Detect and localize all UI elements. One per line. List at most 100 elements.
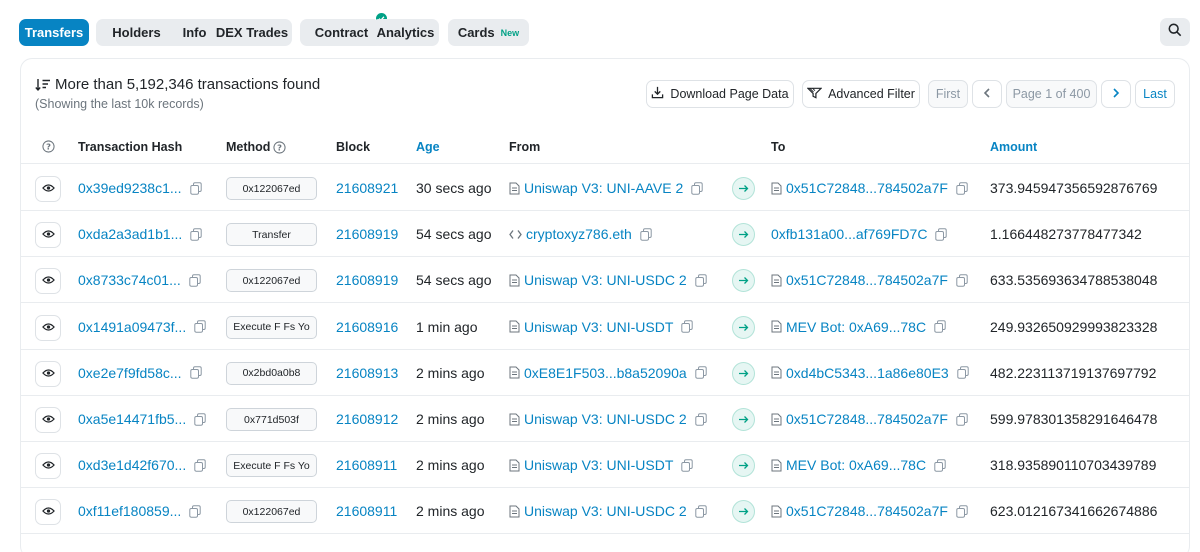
copy-icon[interactable] (934, 458, 946, 472)
to-address-link[interactable]: 0x51C72848...784502a7F (786, 272, 948, 288)
view-details-button[interactable] (35, 268, 61, 295)
from-address-link[interactable]: Uniswap V3: UNI-USDC 2 (524, 411, 687, 427)
copy-icon[interactable] (956, 505, 968, 518)
to-address-link[interactable]: MEV Bot: 0xA69...78C (786, 457, 926, 473)
block-link[interactable]: 21608919 (336, 272, 398, 288)
chevron-right-icon (1112, 87, 1120, 101)
document-icon (771, 366, 782, 379)
copy-icon[interactable] (194, 320, 206, 333)
view-details-button[interactable] (35, 314, 61, 341)
block-link[interactable]: 21608916 (336, 319, 398, 335)
from-address-link[interactable]: Uniswap V3: UNI-USDT (524, 457, 673, 473)
document-icon (509, 459, 520, 472)
amount-text: 623.012167341662674886 (990, 503, 1158, 520)
amount-text: 1.166448273778477342 (990, 226, 1142, 243)
transaction-hash-link[interactable]: 0xd3e1d42f670... (78, 457, 186, 473)
column-amount[interactable]: Amount (990, 140, 1037, 154)
arrow-right-icon (732, 269, 755, 293)
block-link[interactable]: 21608919 (336, 226, 398, 242)
view-details-button[interactable] (35, 222, 61, 249)
tab-cards[interactable]: Cards New (448, 19, 529, 46)
view-details-button[interactable] (35, 499, 61, 526)
block-link[interactable]: 21608921 (336, 180, 398, 196)
search-button[interactable] (1160, 18, 1190, 46)
document-icon (771, 182, 782, 195)
copy-icon[interactable] (934, 320, 946, 333)
transaction-hash-link[interactable]: 0xda2a3ad1b1... (78, 226, 182, 242)
tab-dex-trades[interactable]: DEX Trades (212, 19, 292, 46)
copy-icon[interactable] (695, 366, 707, 379)
page-indicator: Page 1 of 400 (1006, 80, 1097, 108)
copy-icon[interactable] (190, 227, 203, 241)
copy-icon[interactable] (194, 412, 206, 426)
to-address-link[interactable]: 0xd4bC5343...1a86e80E3 (786, 365, 949, 381)
copy-icon[interactable] (194, 458, 206, 472)
first-page-button[interactable]: First (928, 80, 968, 108)
copy-icon[interactable] (640, 227, 652, 241)
copy-icon[interactable] (935, 227, 948, 241)
tab-transfers[interactable]: Transfers (19, 19, 89, 46)
copy-icon[interactable] (957, 366, 969, 379)
copy-icon[interactable] (956, 274, 968, 287)
method-badge: 0x122067ed (226, 177, 317, 200)
from-address-link[interactable]: Uniswap V3: UNI-USDC 2 (524, 503, 687, 519)
from-address-link[interactable]: Uniswap V3: UNI-USDC 2 (524, 272, 687, 288)
svg-text:?: ? (278, 142, 283, 152)
copy-icon[interactable] (189, 274, 201, 287)
arrow-right-icon (732, 454, 755, 478)
table-header: ? Transaction Hash Method ? Block Age Fr… (20, 130, 1190, 164)
copy-icon[interactable] (956, 181, 968, 195)
copy-icon[interactable] (189, 366, 202, 379)
copy-icon[interactable] (694, 274, 707, 287)
block-link[interactable]: 21608911 (336, 457, 397, 473)
block-link[interactable]: 21608912 (336, 411, 398, 427)
last-page-button[interactable]: Last (1135, 80, 1175, 108)
tab-analytics[interactable]: Analytics (372, 19, 439, 46)
copy-icon[interactable] (694, 412, 707, 426)
to-address-link[interactable]: 0x51C72848...784502a7F (786, 180, 948, 196)
transaction-hash-link[interactable]: 0xe2e7f9fd58c... (78, 365, 182, 381)
block-link[interactable]: 21608913 (336, 365, 398, 381)
prev-page-button[interactable] (972, 80, 1002, 108)
from-address-link[interactable]: Uniswap V3: UNI-AAVE 2 (524, 180, 683, 196)
view-details-button[interactable] (35, 176, 61, 202)
table-row: 0xe2e7f9fd58c... 0x2bd0a0b8 21608913 2 m… (20, 350, 1190, 396)
from-address-link[interactable]: Uniswap V3: UNI-USDT (524, 319, 673, 335)
to-address-link[interactable]: 0xfb131a00...af769FD7C (771, 226, 927, 242)
help-icon[interactable]: ? (273, 140, 287, 154)
copy-icon[interactable] (691, 181, 703, 195)
transaction-hash-link[interactable]: 0x8733c74c01... (78, 272, 181, 288)
to-address-link[interactable]: MEV Bot: 0xA69...78C (786, 319, 926, 335)
advanced-filter-button[interactable]: Advanced Filter (802, 80, 920, 108)
to-address-link[interactable]: 0x51C72848...784502a7F (786, 503, 948, 519)
table-row: 0x8733c74c01... 0x122067ed 21608919 54 s… (20, 257, 1190, 304)
from-address-link[interactable]: 0xE8E1F503...b8a52090a (524, 365, 687, 381)
transaction-hash-link[interactable]: 0xa5e14471fb5... (78, 411, 186, 427)
column-age[interactable]: Age (416, 140, 440, 154)
copy-icon[interactable] (681, 320, 694, 333)
to-address-link[interactable]: 0x51C72848...784502a7F (786, 411, 948, 427)
copy-icon[interactable] (189, 181, 202, 195)
eye-icon (41, 411, 55, 429)
document-icon (509, 274, 520, 287)
transaction-hash-link[interactable]: 0x39ed9238c1... (78, 180, 182, 196)
view-details-button[interactable] (35, 360, 61, 387)
from-address-link[interactable]: cryptoxyz786.eth (526, 226, 632, 242)
view-details-button[interactable] (35, 453, 61, 480)
age-text: 1 min ago (416, 318, 478, 335)
view-details-button[interactable] (35, 407, 61, 433)
copy-icon[interactable] (956, 412, 968, 426)
help-icon[interactable]: ? (42, 140, 55, 153)
next-page-button[interactable] (1101, 80, 1131, 108)
arrow-right-icon (732, 177, 755, 200)
copy-icon[interactable] (681, 458, 694, 472)
copy-icon[interactable] (189, 505, 201, 518)
search-icon (1168, 23, 1182, 42)
tab-label: Info (182, 25, 207, 40)
copy-icon[interactable] (694, 505, 707, 518)
transaction-hash-link[interactable]: 0x1491a09473f... (78, 319, 186, 335)
block-link[interactable]: 21608911 (336, 503, 397, 519)
tab-contract[interactable]: Contract (300, 12, 388, 46)
transaction-hash-link[interactable]: 0xf11ef180859... (78, 503, 181, 519)
download-page-data-button[interactable]: Download Page Data (646, 80, 794, 108)
